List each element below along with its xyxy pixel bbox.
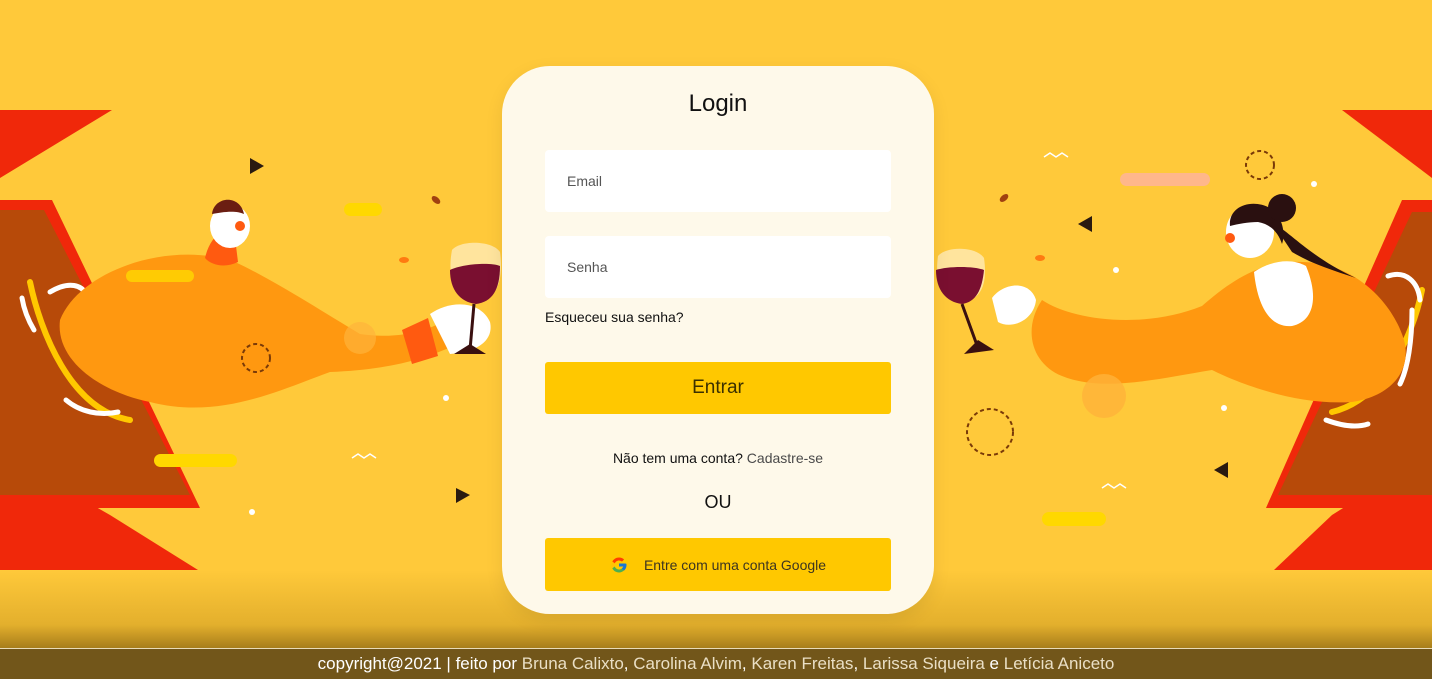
login-button[interactable]: Entrar [545,362,891,414]
left-toast-illustration [0,110,501,570]
author-link[interactable]: Letícia Aniceto [1004,654,1115,673]
email-input[interactable] [545,150,891,212]
footer-copyright: copyright@2021 | feito por [317,654,517,673]
footer-separator: , [853,654,859,673]
author-link[interactable]: Larissa Siqueira [863,654,985,673]
author-link[interactable]: Carolina Alvim [633,654,742,673]
right-toast-illustration [936,110,1432,570]
signup-prompt: Não tem uma conta? [612,450,743,466]
forgot-password-link[interactable]: Esqueceu sua senha? [545,309,684,325]
google-login-button[interactable]: Entre com uma conta Google [545,538,891,591]
signup-link[interactable]: Cadastre-se [747,450,823,466]
footer-separator: , [623,654,629,673]
login-card: Login Esqueceu sua senha? Entrar Não tem… [502,66,934,614]
google-login-label: Entre com uma conta Google [643,556,827,573]
signup-row: Não tem uma conta? Cadastre-se [502,450,934,466]
login-title: Login [688,90,748,117]
footer-conjunction: e [989,654,1000,673]
password-input[interactable] [545,236,891,298]
author-link[interactable]: Bruna Calixto [522,654,624,673]
or-divider-label: OU [704,492,732,512]
footer-separator: , [741,654,747,673]
author-link[interactable]: Karen Freitas [751,654,853,673]
footer: copyright@2021 | feito por Bruna Calixto… [0,648,1432,679]
google-g-icon [611,557,627,572]
background-scene: Login Esqueceu sua senha? Entrar Não tem… [0,0,1432,648]
